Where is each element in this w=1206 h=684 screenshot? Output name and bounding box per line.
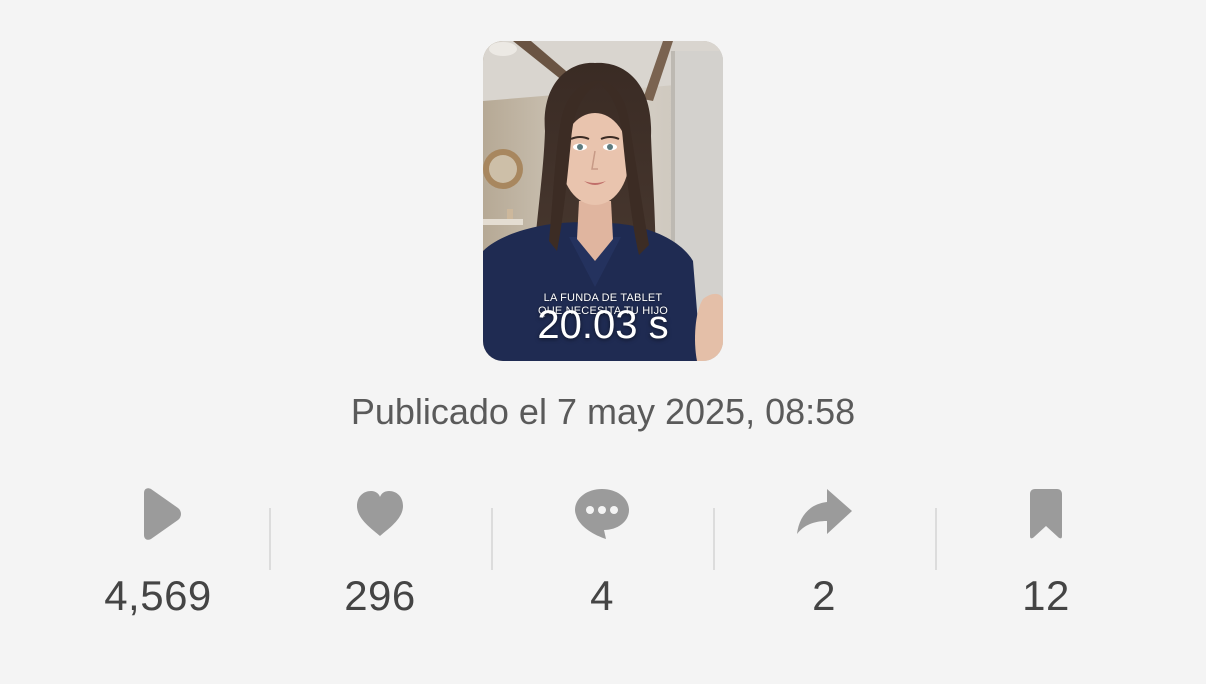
stat-views: 4,569	[47, 470, 269, 640]
bookmark-icon	[1016, 484, 1076, 544]
comment-bubble-icon	[572, 484, 632, 544]
comments-count: 4	[590, 572, 614, 619]
heart-icon	[350, 484, 410, 544]
stats-row: 4,569 296 4 2 12	[47, 470, 1159, 640]
views-count: 4,569	[104, 572, 212, 619]
stat-comments: 4	[491, 470, 713, 640]
saves-count: 12	[1022, 572, 1070, 619]
shares-count: 2	[812, 572, 836, 619]
stat-saves: 12	[935, 470, 1157, 640]
play-icon	[128, 484, 188, 544]
video-thumbnail[interactable]: LA FUNDA DE TABLET QUE NECESITA TU HIJO …	[483, 41, 723, 361]
video-duration: 20.03 s	[537, 303, 669, 347]
likes-count: 296	[344, 572, 416, 619]
stat-likes: 296	[269, 470, 491, 640]
stat-shares: 2	[713, 470, 935, 640]
published-date: Publicado el 7 may 2025, 08:58	[350, 391, 856, 432]
share-arrow-icon	[794, 484, 854, 544]
